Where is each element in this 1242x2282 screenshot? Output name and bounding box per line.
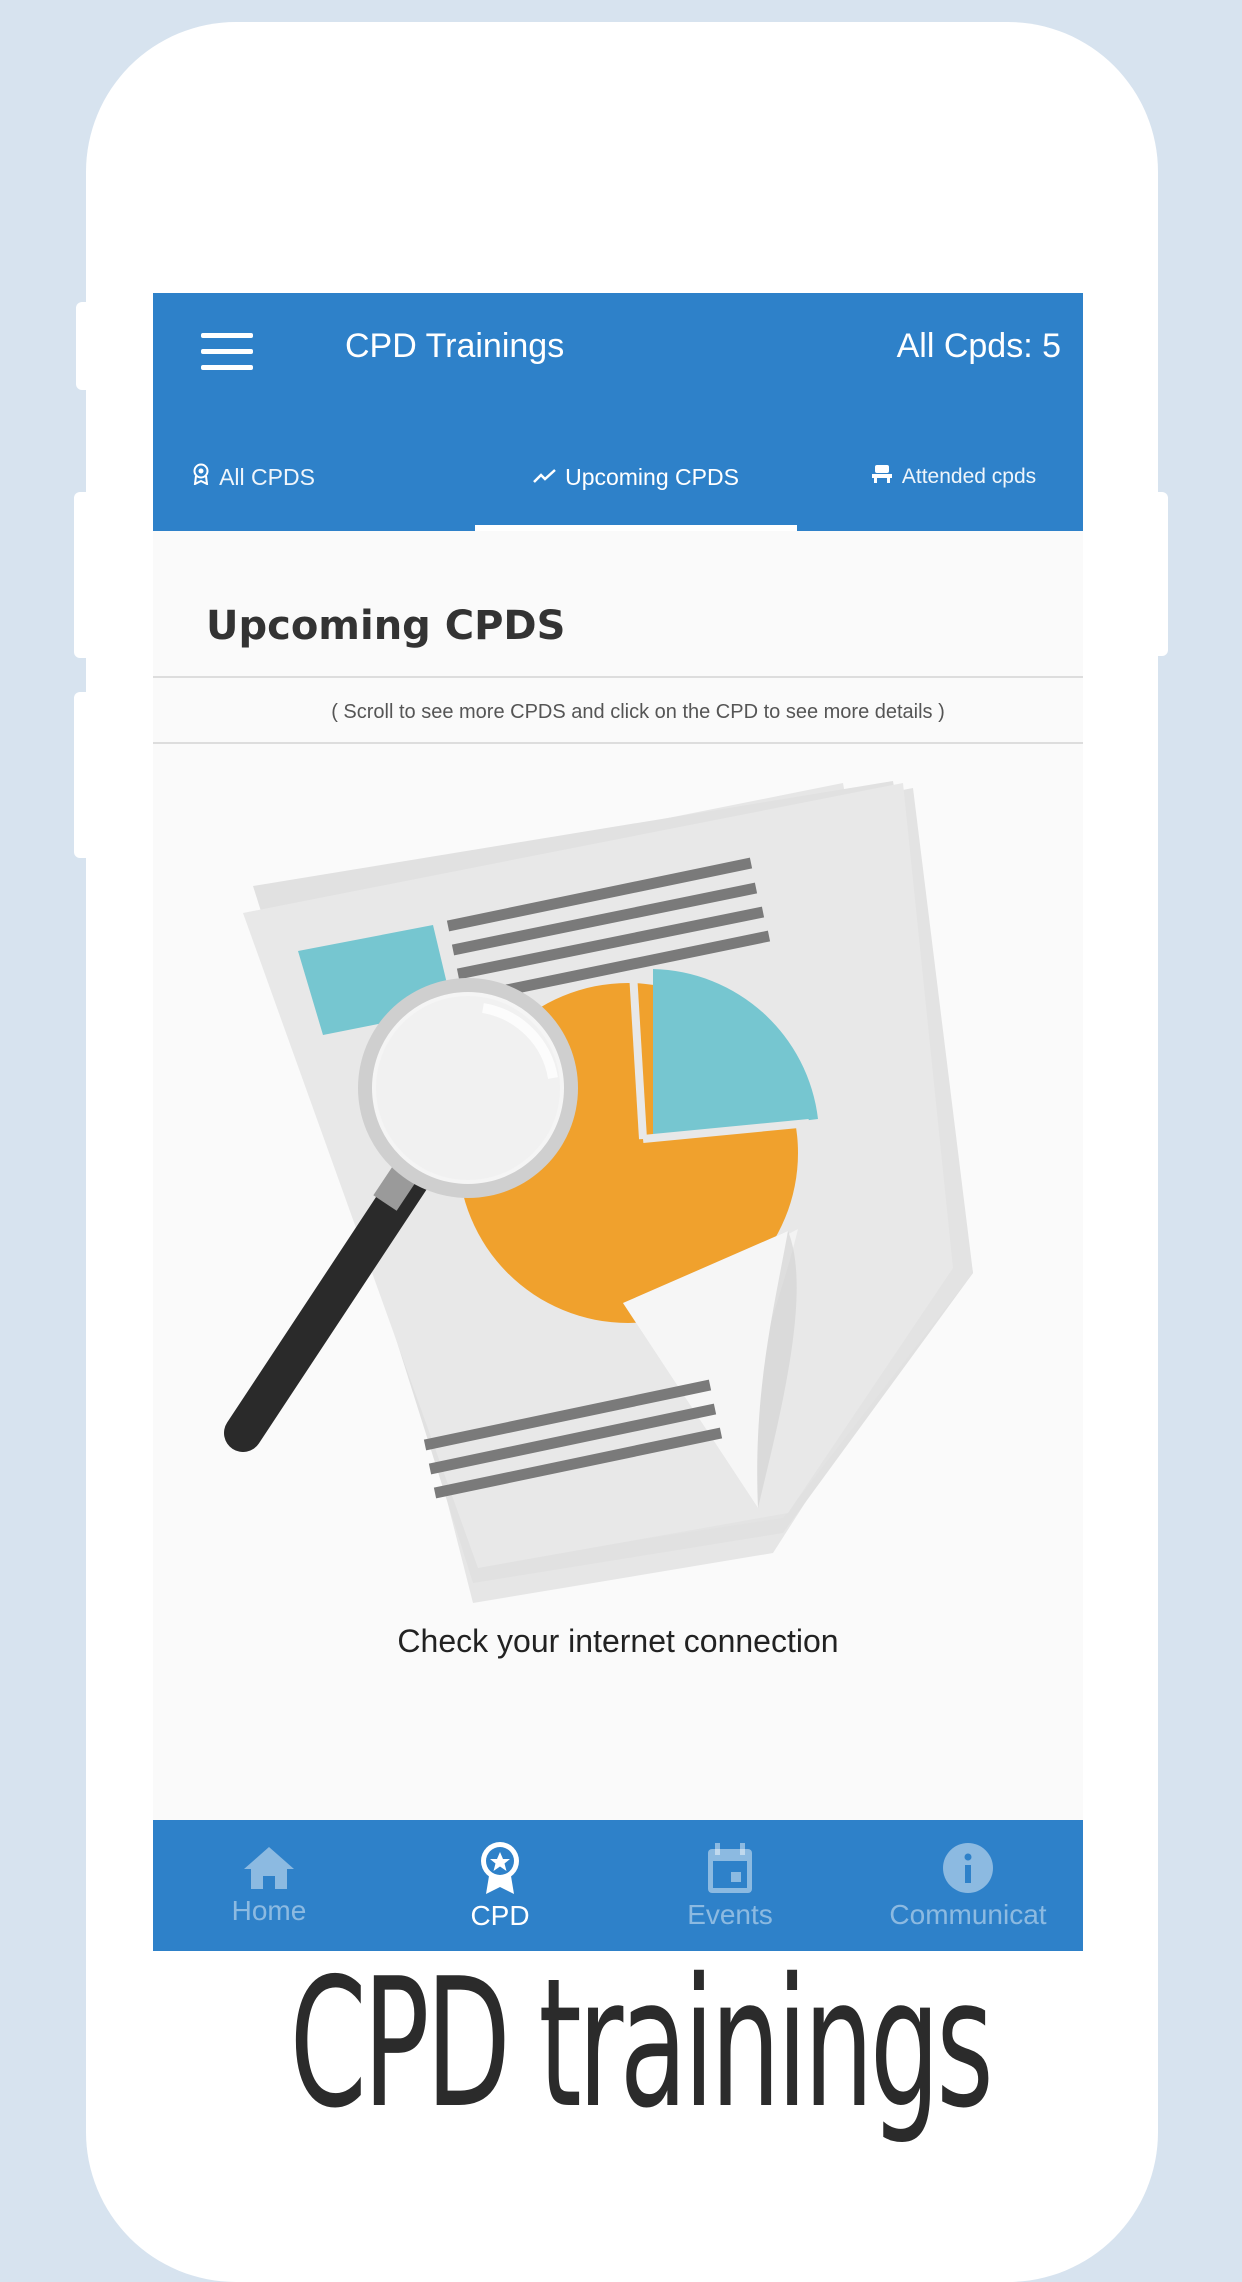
trending-icon bbox=[533, 464, 557, 490]
calendar-icon bbox=[708, 1842, 752, 1893]
award-icon bbox=[191, 463, 211, 491]
tab-attended-cpds[interactable]: Attended cpds bbox=[833, 423, 1073, 531]
divider bbox=[153, 742, 1083, 744]
nav-label: CPD bbox=[470, 1899, 530, 1931]
nav-label: Communicat bbox=[889, 1898, 1047, 1930]
seat-icon bbox=[870, 464, 894, 490]
promo-caption: CPD trainings bbox=[289, 1940, 994, 2147]
scroll-hint: ( Scroll to see more CPDS and click on t… bbox=[331, 701, 945, 723]
award-icon bbox=[481, 1841, 519, 1894]
app-bar: CPD Trainings All Cpds: 5 All CPDS Upcom… bbox=[153, 293, 1083, 531]
cpd-count: All Cpds: 5 bbox=[896, 327, 1061, 365]
bottom-navigation: Home CPD Events Communicat bbox=[153, 1820, 1083, 1951]
document-magnifier-illustration bbox=[224, 781, 973, 1603]
divider bbox=[153, 676, 1083, 678]
nav-item-cpd[interactable]: CPD bbox=[385, 1820, 615, 1951]
menu-icon[interactable] bbox=[201, 333, 257, 373]
app-screen: CPD Trainings All Cpds: 5 All CPDS Upcom… bbox=[153, 293, 1083, 1951]
info-icon bbox=[943, 1842, 993, 1893]
nav-label: Home bbox=[231, 1894, 307, 1926]
nav-item-home[interactable]: Home bbox=[153, 1820, 385, 1951]
home-icon bbox=[244, 1846, 294, 1889]
section-title: Upcoming CPDS bbox=[206, 603, 566, 649]
tab-label: Attended cpds bbox=[901, 465, 1037, 488]
tab-all-cpds[interactable]: All CPDS bbox=[153, 423, 353, 531]
nav-item-events[interactable]: Events bbox=[615, 1820, 845, 1951]
tab-bar: All CPDS Upcoming CPDS Attended cpds bbox=[153, 423, 1083, 531]
page-title: CPD Trainings bbox=[345, 327, 565, 365]
tab-label: All CPDS bbox=[219, 463, 315, 490]
nav-item-communication[interactable]: Communicat bbox=[853, 1820, 1083, 1951]
tab-upcoming-cpds[interactable]: Upcoming CPDS bbox=[475, 423, 797, 531]
nav-label: Events bbox=[687, 1898, 773, 1930]
tab-label: Upcoming CPDS bbox=[565, 463, 739, 490]
active-tab-indicator bbox=[475, 525, 797, 531]
empty-state-message: Check your internet connection bbox=[397, 1623, 839, 1659]
